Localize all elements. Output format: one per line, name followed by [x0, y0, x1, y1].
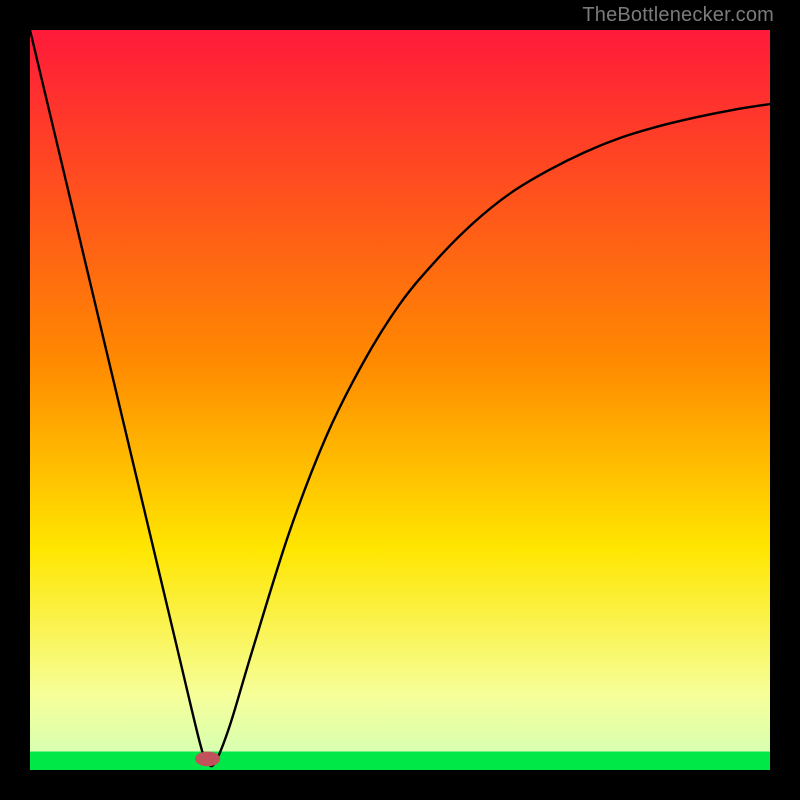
- optimum-marker: [195, 752, 220, 767]
- plot-area: [30, 30, 770, 770]
- bottleneck-chart: [30, 30, 770, 770]
- watermark-text: TheBottlenecker.com: [582, 4, 774, 27]
- gradient-background: [30, 30, 770, 770]
- chart-frame: TheBottlenecker.com: [0, 0, 800, 800]
